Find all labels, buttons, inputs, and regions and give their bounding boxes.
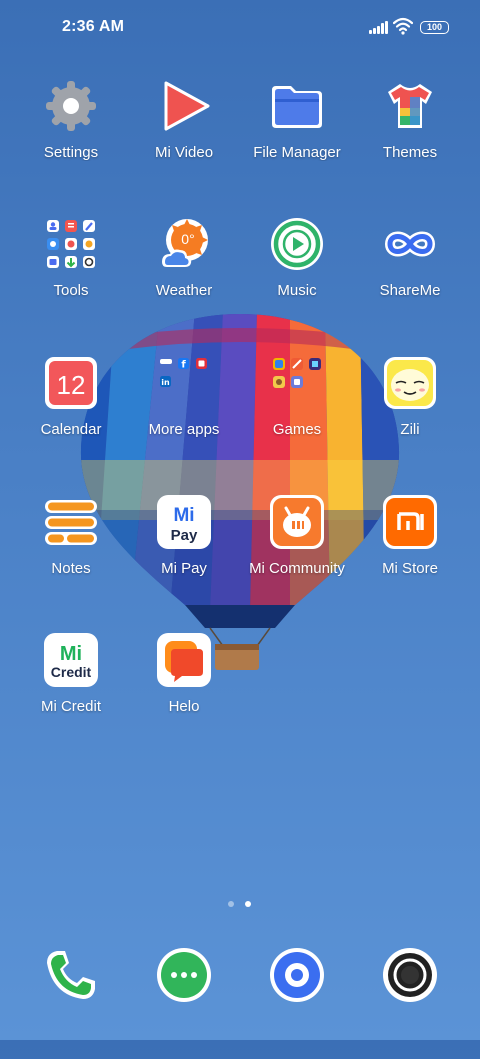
svg-text:Mi: Mi <box>60 643 82 665</box>
app-notes[interactable]: Notes <box>16 494 126 606</box>
play-icon <box>156 78 212 134</box>
folder-icon <box>269 78 325 134</box>
signal-icon <box>369 21 389 34</box>
app-mi-credit[interactable]: Mi Credit Mi Credit <box>16 632 126 744</box>
app-tools-folder[interactable]: Tools <box>16 216 126 328</box>
calendar-icon: 12 <box>43 355 99 411</box>
app-mi-pay[interactable]: Mi Pay Mi Pay <box>129 494 239 606</box>
app-label: Zili <box>400 421 420 438</box>
app-label: Weather <box>155 282 213 299</box>
app-label: Themes <box>382 144 438 161</box>
wifi-icon <box>392 17 414 35</box>
tools-folder-icon <box>43 216 99 272</box>
app-mi-community[interactable]: Mi Community <box>242 494 352 606</box>
tshirt-icon <box>382 78 438 134</box>
weather-temp: 0° <box>181 231 194 247</box>
app-themes[interactable]: Themes <box>355 78 465 190</box>
app-label: ShareMe <box>379 282 441 299</box>
dock-messages[interactable] <box>129 947 239 1059</box>
page-dot-1[interactable] <box>228 901 234 907</box>
sun-cloud-icon: 0° <box>156 216 212 272</box>
battery-icon: 100 <box>420 21 449 34</box>
svg-text:f: f <box>181 360 186 371</box>
app-helo[interactable]: Helo <box>129 632 239 744</box>
calendar-date: 12 <box>57 370 86 400</box>
app-more-apps-folder[interactable]: f in More apps <box>129 355 239 467</box>
browser-icon <box>269 947 325 1003</box>
app-games-folder[interactable]: Games <box>242 355 352 467</box>
gear-icon <box>43 78 99 134</box>
messages-icon <box>156 947 212 1003</box>
app-label: Mi Community <box>249 560 345 577</box>
svg-text:Credit: Credit <box>51 664 92 680</box>
app-label: Notes <box>51 560 91 577</box>
notes-icon <box>43 494 99 550</box>
app-calendar[interactable]: 12 Calendar <box>16 355 126 467</box>
zili-face-icon <box>382 355 438 411</box>
app-mi-store[interactable]: Mi Store <box>355 494 465 606</box>
svg-text:Pay: Pay <box>171 527 198 544</box>
mi-community-icon <box>269 494 325 550</box>
more-apps-folder-icon: f in <box>156 355 212 411</box>
mi-store-icon <box>382 494 438 550</box>
app-file-manager[interactable]: File Manager <box>242 78 352 190</box>
app-label: More apps <box>148 421 220 438</box>
music-play-icon <box>269 216 325 272</box>
status-time: 2:36 AM <box>62 18 125 35</box>
app-label: Calendar <box>40 421 102 438</box>
svg-text:Mi: Mi <box>173 505 194 526</box>
app-music[interactable]: Music <box>242 216 352 328</box>
camera-icon <box>382 947 438 1003</box>
app-label: Tools <box>53 282 89 299</box>
status-bar: 2:36 AM 100 <box>0 0 480 54</box>
infinity-icon <box>382 216 438 272</box>
mi-pay-icon: Mi Pay <box>156 494 212 550</box>
app-label: Mi Credit <box>40 698 101 715</box>
dock-camera[interactable] <box>355 947 465 1059</box>
app-label: Helo <box>168 698 200 715</box>
dock-phone[interactable] <box>16 947 126 1059</box>
app-label: Games <box>272 421 322 438</box>
phone-icon <box>43 947 99 1003</box>
mi-credit-icon: Mi Credit <box>43 632 99 688</box>
app-label: Mi Store <box>382 560 438 577</box>
page-indicator <box>228 901 254 909</box>
app-label: Mi Pay <box>161 560 207 577</box>
svg-text:in: in <box>161 378 170 387</box>
app-label: Music <box>277 282 317 299</box>
helo-icon <box>156 632 212 688</box>
app-label: Settings <box>43 144 99 161</box>
games-folder-icon <box>269 355 325 411</box>
app-mi-video[interactable]: Mi Video <box>129 78 239 190</box>
app-label: File Manager <box>253 144 341 161</box>
dock-browser[interactable] <box>242 947 352 1059</box>
app-weather[interactable]: 0° Weather <box>129 216 239 328</box>
app-label: Mi Video <box>154 144 214 161</box>
page-dot-2-active[interactable] <box>245 901 251 907</box>
app-zili[interactable]: Zili <box>355 355 465 467</box>
app-settings[interactable]: Settings <box>16 78 126 190</box>
app-shareme[interactable]: ShareMe <box>355 216 465 328</box>
